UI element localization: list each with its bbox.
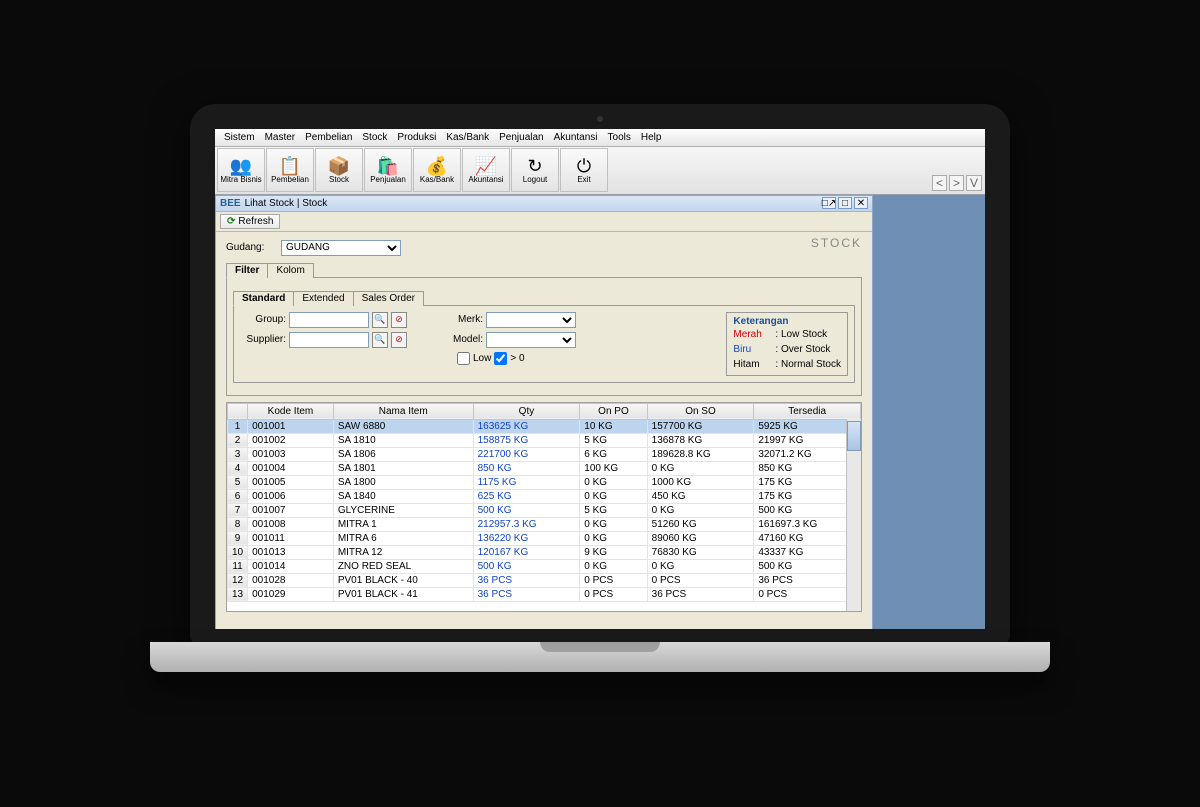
table-row[interactable]: 10001013MITRA 12120167 KG9 KG76830 KG433… [228, 545, 861, 559]
merk-select[interactable] [486, 312, 576, 328]
col-qty[interactable]: Qty [473, 403, 580, 419]
tab-kolom[interactable]: Kolom [267, 263, 313, 278]
vertical-scrollbar[interactable] [846, 419, 861, 611]
menu-pembelian[interactable]: Pembelian [300, 132, 357, 143]
col-onpo[interactable]: On PO [580, 403, 647, 419]
table-row[interactable]: 2001002SA 1810158875 KG5 KG136878 KG2199… [228, 433, 861, 447]
group-input[interactable] [289, 312, 369, 328]
legend-key: Biru [733, 342, 771, 357]
legend-title: Keterangan [733, 316, 841, 327]
tab-extended[interactable]: Extended [293, 291, 353, 306]
group-lookup-icon[interactable]: 🔍 [372, 312, 388, 328]
toolbar-exit[interactable]: ⏻Exit [560, 148, 608, 192]
refresh-icon: ⟳ [227, 216, 235, 227]
legend-box: Keterangan Merah : Low Stock Biru : Over St… [726, 312, 848, 376]
logout-icon: ↻ [527, 157, 542, 175]
legend-key: Hitam [733, 357, 771, 372]
minimize-icon[interactable]: □↗ [822, 197, 836, 209]
penjualan-icon: 🛍️ [377, 157, 399, 175]
gt0-label: > 0 [510, 353, 524, 364]
app-badge: BEE [220, 198, 241, 209]
refresh-button[interactable]: ⟳ Refresh [220, 214, 280, 229]
col-kodeitem[interactable]: Kode Item [248, 403, 334, 419]
supplier-label: Supplier: [240, 334, 286, 345]
merk-label: Merk: [437, 314, 483, 325]
table-row[interactable]: 12001028PV01 BLACK - 4036 PCS0 PCS0 PCS3… [228, 573, 861, 587]
menu-produksi[interactable]: Produksi [392, 132, 441, 143]
menu-kasbank[interactable]: Kas/Bank [441, 132, 494, 143]
stock-window: BEE Lihat Stock | Stock □↗ □ ✕ ⟳ Refresh… [215, 195, 873, 629]
pembelian-icon: 📋 [279, 157, 301, 175]
menu-sistem[interactable]: Sistem [219, 132, 260, 143]
legend-val: : Low Stock [775, 327, 827, 342]
menu-stock[interactable]: Stock [357, 132, 392, 143]
prev-button[interactable]: < [932, 175, 947, 191]
tabs-outer: FilterKolom [226, 262, 862, 278]
legend-key: Merah [733, 327, 771, 342]
table-row[interactable]: 4001004SA 1801850 KG100 KG0 KG850 KG [228, 461, 861, 475]
legend-val: : Normal Stock [775, 357, 841, 372]
gudang-label: Gudang: [226, 242, 281, 253]
tabs-inner: StandardExtendedSales Order [233, 290, 855, 306]
toolbar-kasbank[interactable]: 💰Kas/Bank [413, 148, 461, 192]
toolbar-nav: < > V [932, 175, 982, 191]
akuntansi-icon: 📈 [475, 157, 497, 175]
table-row[interactable]: 1001001SAW 6880163625 KG10 KG157700 KG59… [228, 419, 861, 433]
table-row[interactable]: 6001006SA 1840625 KG0 KG450 KG175 KG [228, 489, 861, 503]
tab-salesorder[interactable]: Sales Order [353, 291, 424, 306]
menu-akuntansi[interactable]: Akuntansi [549, 132, 603, 143]
menu-penjualan[interactable]: Penjualan [494, 132, 548, 143]
gudang-select[interactable]: GUDANG [281, 240, 401, 256]
menu-bar: SistemMasterPembelianStockProduksiKas/Ba… [215, 129, 985, 147]
tab-standard[interactable]: Standard [233, 291, 294, 306]
supplier-input[interactable] [289, 332, 369, 348]
table-row[interactable]: 7001007GLYCERINE500 KG5 KG0 KG500 KG [228, 503, 861, 517]
legend-val: : Over Stock [775, 342, 830, 357]
table-row[interactable]: 11001014ZNO RED SEAL500 KG0 KG0 KG500 KG [228, 559, 861, 573]
tab-filter[interactable]: Filter [226, 263, 268, 278]
table-row[interactable]: 8001008MITRA 1212957.3 KG0 KG51260 KG161… [228, 517, 861, 531]
low-label: Low [473, 353, 491, 364]
col-tersedia[interactable]: Tersedia [754, 403, 861, 419]
group-label: Group: [240, 314, 286, 325]
close-icon[interactable]: ✕ [854, 197, 868, 209]
menu-help[interactable]: Help [636, 132, 667, 143]
supplier-clear-icon[interactable]: ⊘ [391, 332, 407, 348]
toolbar-stock[interactable]: 📦Stock [315, 148, 363, 192]
menu-tools[interactable]: Tools [603, 132, 636, 143]
toolbar-penjualan[interactable]: 🛍️Penjualan [364, 148, 412, 192]
toggle-v-button[interactable]: V [966, 175, 982, 191]
supplier-lookup-icon[interactable]: 🔍 [372, 332, 388, 348]
maximize-icon[interactable]: □ [838, 197, 852, 209]
kasbank-icon: 💰 [426, 157, 448, 175]
toolbar-akuntansi[interactable]: 📈Akuntansi [462, 148, 510, 192]
col-onso[interactable]: On SO [647, 403, 754, 419]
toolbar-mitrabisnis[interactable]: 👥Mitra Bisnis [217, 148, 265, 192]
toolbar-logout[interactable]: ↻Logout [511, 148, 559, 192]
low-checkbox[interactable] [457, 352, 470, 365]
page-title: STOCK [811, 236, 862, 250]
col-rownum[interactable] [228, 403, 248, 419]
next-button[interactable]: > [949, 175, 964, 191]
table-row[interactable]: 9001011MITRA 6136220 KG0 KG89060 KG47160… [228, 531, 861, 545]
table-row[interactable]: 3001003SA 1806221700 KG6 KG189628.8 KG32… [228, 447, 861, 461]
stock-table: Kode ItemNama ItemQtyOn POOn SOTersedia … [226, 402, 862, 612]
mitrabisnis-icon: 👥 [230, 157, 252, 175]
model-select[interactable] [486, 332, 576, 348]
window-titlebar: BEE Lihat Stock | Stock □↗ □ ✕ [216, 196, 872, 212]
col-namaitem[interactable]: Nama Item [333, 403, 473, 419]
exit-icon: ⏻ [577, 157, 591, 175]
menu-master[interactable]: Master [260, 132, 301, 143]
toolbar-pembelian[interactable]: 📋Pembelian [266, 148, 314, 192]
gt0-checkbox[interactable] [494, 352, 507, 365]
main-toolbar: 👥Mitra Bisnis📋Pembelian📦Stock🛍️Penjualan… [215, 147, 985, 195]
refresh-label: Refresh [238, 216, 273, 227]
model-label: Model: [437, 334, 483, 345]
table-row[interactable]: 13001029PV01 BLACK - 4136 PCS0 PCS36 PCS… [228, 587, 861, 601]
stock-icon: 📦 [328, 157, 350, 175]
window-title: Lihat Stock | Stock [245, 198, 328, 209]
group-clear-icon[interactable]: ⊘ [391, 312, 407, 328]
table-row[interactable]: 5001005SA 18001175 KG0 KG1000 KG175 KG [228, 475, 861, 489]
